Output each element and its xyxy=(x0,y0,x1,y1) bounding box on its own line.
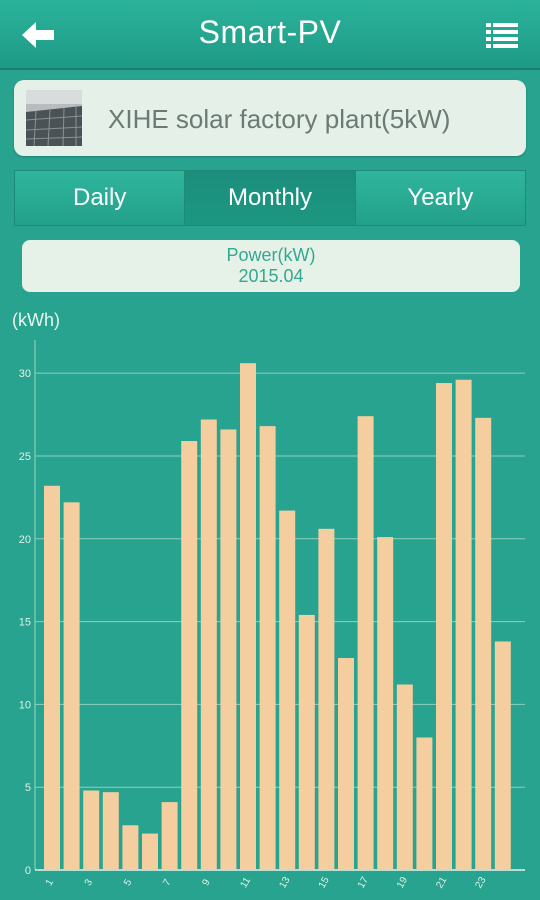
bar-day-2 xyxy=(63,502,80,870)
menu-button[interactable] xyxy=(486,22,518,48)
bar-day-5 xyxy=(122,825,139,870)
x-tick-label: 15 xyxy=(317,875,332,891)
y-tick-label: 20 xyxy=(19,534,31,546)
bar-day-8 xyxy=(181,441,198,870)
y-tick-label: 5 xyxy=(25,782,31,794)
tab-monthly[interactable]: Monthly xyxy=(185,171,356,225)
bar-day-24 xyxy=(494,641,511,870)
tab-yearly[interactable]: Yearly xyxy=(355,171,525,225)
plant-selector[interactable]: XIHE solar factory plant(5kW) xyxy=(14,80,526,156)
x-tick-label: 3 xyxy=(83,877,96,888)
y-tick-label: 10 xyxy=(19,699,31,711)
bar-day-10 xyxy=(220,429,237,870)
bar-day-20 xyxy=(416,737,433,870)
bar-day-3 xyxy=(83,790,100,870)
x-tick-label: 21 xyxy=(434,875,449,891)
bar-day-23 xyxy=(475,417,492,870)
bar-day-21 xyxy=(436,383,452,870)
bar-day-15 xyxy=(318,528,335,870)
bar-day-1 xyxy=(44,485,60,870)
bar-day-4 xyxy=(102,792,119,870)
list-menu-icon xyxy=(486,23,518,48)
bar-day-17 xyxy=(357,416,374,870)
chart-unit-label: (kWh) xyxy=(12,310,60,330)
solar-panel-thumbnail xyxy=(26,90,82,146)
x-tick-label: 19 xyxy=(395,875,410,891)
power-summary: Power(kW) 2015.04 xyxy=(22,240,520,292)
x-tick-label: 23 xyxy=(473,875,488,891)
x-tick-label: 17 xyxy=(356,875,371,891)
bar-day-18 xyxy=(377,537,394,870)
bar-day-12 xyxy=(259,426,276,870)
power-label: Power(kW) xyxy=(226,245,316,265)
y-tick-label: 30 xyxy=(19,368,31,380)
energy-bar-chart: 0510152025301 3 5 7 9 11 13 15 17 19 21 23 xyxy=(19,340,525,891)
x-tick-label: 1 xyxy=(44,877,57,888)
y-tick-label: 25 xyxy=(19,451,31,463)
x-tick-label: 7 xyxy=(161,877,174,888)
x-tick-label: 13 xyxy=(277,875,292,891)
tab-daily[interactable]: Daily xyxy=(15,171,186,225)
x-tick-label: 11 xyxy=(238,875,253,890)
bar-day-19 xyxy=(396,684,413,870)
bar-day-16 xyxy=(338,658,354,870)
bar-day-22 xyxy=(455,379,472,870)
period-tabs: Daily Monthly Yearly xyxy=(14,170,526,226)
bar-day-13 xyxy=(279,510,296,870)
x-tick-label: 5 xyxy=(122,877,135,888)
bar-day-14 xyxy=(298,614,315,870)
bar-day-6 xyxy=(142,833,158,870)
app-title: Smart-PV xyxy=(198,14,342,50)
plant-name: XIHE solar factory plant(5kW) xyxy=(108,104,451,134)
bar-day-11 xyxy=(240,363,256,870)
y-tick-label: 0 xyxy=(25,865,31,877)
power-date: 2015.04 xyxy=(238,266,304,286)
bar-day-9 xyxy=(200,419,217,870)
x-tick-label: 9 xyxy=(200,877,213,888)
top-app-bar: Smart-PV xyxy=(0,0,540,70)
bar-day-7 xyxy=(161,802,178,870)
y-tick-label: 15 xyxy=(19,617,31,629)
